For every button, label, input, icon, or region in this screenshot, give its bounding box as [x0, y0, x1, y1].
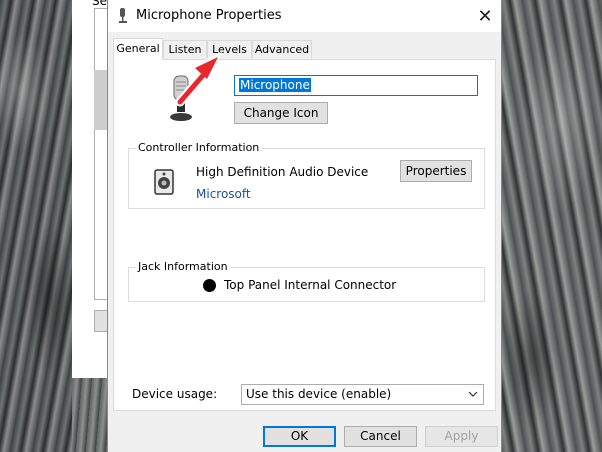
device-name-value: Microphone [239, 78, 311, 92]
cancel-button[interactable]: Cancel [344, 426, 417, 447]
jack-group-label: Jack Information [136, 260, 230, 273]
device-usage-dropdown[interactable]: Use this device (enable) [241, 384, 484, 405]
device-usage-value: Use this device (enable) [246, 387, 392, 401]
microphone-icon [170, 75, 192, 121]
device-name-field[interactable]: Microphone [234, 75, 478, 96]
tab-general[interactable]: General [113, 38, 163, 60]
desktop-wallpaper-bottom [72, 378, 108, 452]
tab-levels[interactable]: Levels [207, 40, 252, 58]
dialog-title: Microphone Properties [136, 8, 282, 23]
close-button[interactable]: ✕ [469, 0, 501, 32]
controller-group-label: Controller Information [136, 141, 262, 154]
apply-button[interactable]: Apply [425, 426, 498, 447]
ok-button[interactable]: OK [263, 426, 336, 447]
general-tab-panel: Microphone Change Icon Controller Inform… [113, 59, 496, 411]
background-scrollbar[interactable] [94, 70, 108, 130]
close-icon: ✕ [477, 5, 493, 27]
title-bar: Microphone Properties ✕ [108, 0, 501, 32]
change-icon-button[interactable]: Change Icon [234, 102, 328, 124]
desktop-wallpaper-right [500, 0, 602, 452]
background-window-title: Se [92, 0, 107, 8]
controller-information-group: Controller Information High Definition A… [128, 141, 485, 209]
tab-advanced[interactable]: Advanced [252, 40, 312, 58]
controller-vendor: Microsoft [196, 187, 251, 201]
jack-dot-icon [203, 279, 216, 292]
jack-connector-name: Top Panel Internal Connector [224, 278, 397, 292]
chevron-down-icon [468, 385, 478, 411]
desktop-wallpaper-left [0, 0, 72, 452]
tab-listen[interactable]: Listen [163, 40, 207, 58]
microphone-properties-dialog: Microphone Properties ✕ General Listen L… [107, 0, 502, 452]
jack-information-group: Jack Information Top Panel Internal Conn… [128, 260, 485, 302]
controller-device-name: High Definition Audio Device [196, 165, 369, 179]
microphone-icon [119, 8, 127, 23]
device-usage-label: Device usage: [132, 387, 218, 401]
properties-button[interactable]: Properties [400, 160, 472, 182]
speaker-icon [154, 169, 174, 195]
